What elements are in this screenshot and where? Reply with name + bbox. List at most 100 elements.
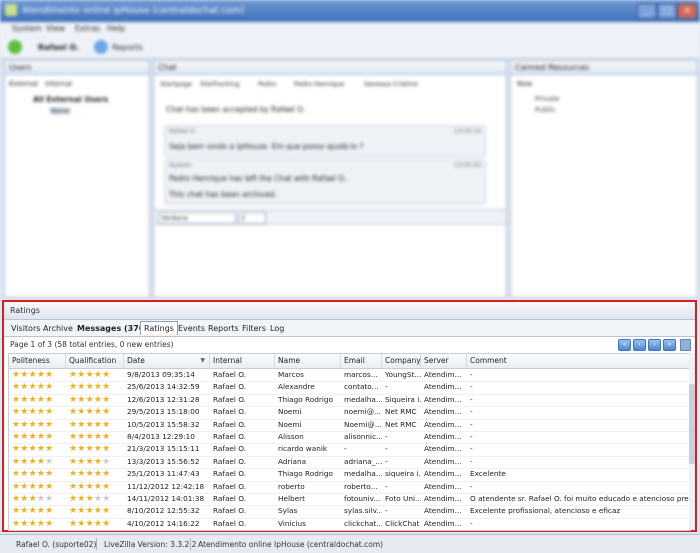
table-row[interactable]: ★★★★★ ★★★★★ 29/5/2013 15:18:00 Rafael O. Noe… — [9, 406, 690, 420]
users-panel-title: Users — [5, 61, 149, 75]
table-row[interactable]: ★★★★★ ★★★★★ 4/10/2012 14:16:22 Rafael O. Vin… — [9, 518, 690, 530]
cell-server: Atendim... — [424, 469, 462, 479]
table-row[interactable]: ★★★★★ ★★★★★ 10/5/2013 15:58:32 Rafael O. Noe… — [9, 419, 690, 432]
star-icon: ★ — [36, 481, 46, 492]
star-icon: ★ — [36, 382, 46, 393]
status-version: LiveZilla Version: 3.3.2.2 — [104, 540, 197, 549]
previous-page-button[interactable]: ‹ — [633, 339, 646, 351]
table-scrollbar-thumb[interactable] — [689, 384, 695, 464]
users-item[interactable]: None — [49, 107, 72, 115]
cell-internal: Rafael O. — [213, 481, 247, 491]
resources-private[interactable]: Private — [535, 95, 559, 103]
menu-help[interactable]: Help — [107, 24, 125, 33]
cell-name: Alisson — [278, 432, 304, 441]
table-row[interactable]: ★★★★★ ★★★★★ 8/4/2013 12:29:10 Rafael O. Alis… — [9, 431, 690, 445]
cell-server: Atendim... — [424, 407, 462, 417]
col-internal[interactable]: Internal — [210, 354, 275, 368]
star-icon: ★ — [45, 419, 54, 430]
star-icon: ★ — [20, 456, 29, 467]
col-qualification[interactable]: Qualification — [66, 354, 124, 368]
star-icon: ★ — [36, 370, 46, 380]
star-rating-icon: ★★★★★ — [12, 444, 53, 454]
table-row[interactable]: ★★★★★ ★★★★★ 21/3/2013 15:15:11 Rafael O. ric… — [9, 443, 690, 457]
tab-archive[interactable]: Archive — [40, 322, 76, 335]
table-row[interactable]: ★★★★★ ★★★★★ 25/1/2013 11:47:43 Rafael O. Thi… — [9, 468, 690, 482]
toolbar-user[interactable]: Rafael O. — [38, 43, 79, 52]
star-rating-icon: ★★★★★ — [69, 494, 110, 504]
toolbar-reports[interactable]: Reports — [112, 43, 143, 52]
star-icon: ★ — [85, 506, 94, 517]
close-button[interactable]: × — [677, 3, 697, 19]
maximize-button[interactable]: □ — [657, 3, 677, 19]
star-icon: ★ — [102, 469, 111, 480]
next-page-button[interactable]: › — [648, 339, 661, 351]
cell-server: Atendim... — [424, 394, 462, 404]
cell-internal: Rafael O. — [213, 394, 247, 404]
tab-ratings[interactable]: Ratings — [140, 321, 178, 335]
star-icon: ★ — [102, 444, 111, 455]
col-name[interactable]: Name — [275, 354, 341, 368]
menu-view[interactable]: View — [46, 24, 65, 33]
cell-date: 8/4/2013 12:29:10 — [127, 432, 195, 441]
ratings-title: Ratings — [10, 306, 40, 315]
status-online-icon[interactable] — [8, 40, 22, 54]
star-icon: ★ — [102, 394, 111, 405]
tab-reports[interactable]: Reports — [205, 322, 242, 335]
star-icon: ★ — [77, 370, 86, 380]
cell-comment: - — [470, 382, 473, 392]
col-email[interactable]: Email — [341, 354, 382, 368]
resources-new-button[interactable]: New — [517, 80, 532, 88]
table-row[interactable]: ★★★★★ ★★★★★ 13/3/2013 15:56:52 Rafael O. Adr… — [9, 456, 690, 470]
chat-tab-startpage[interactable]: Startpage — [160, 80, 192, 88]
table-row[interactable]: ★★★★★ ★★★★★ 25/6/2013 14:32:59 Rafael O. Ale… — [9, 381, 690, 395]
table-row[interactable]: ★★★★★ ★★★★★ 12/6/2013 12:31:28 Rafael O. Thi… — [9, 394, 690, 408]
politeness-rating: ★★★★★ — [9, 406, 66, 418]
users-tab-external[interactable]: External — [9, 80, 38, 88]
chat-tab-sitetracking[interactable]: SiteTracking — [200, 80, 240, 88]
table-row[interactable]: ★★★★★ ★★★★★ 9/8/2013 09:35:14 Rafael O. Marc… — [9, 369, 690, 383]
star-icon: ★ — [20, 432, 29, 442]
star-icon: ★ — [28, 370, 37, 380]
cell-name: Helbert — [278, 494, 305, 503]
star-rating-icon: ★★★★★ — [12, 432, 53, 442]
font-select[interactable]: Verdana — [158, 212, 236, 224]
tab-filters[interactable]: Filters — [239, 322, 269, 335]
users-tab-internal[interactable]: Internal — [45, 80, 72, 88]
star-icon: ★ — [93, 481, 103, 492]
table-row[interactable]: ★★★★★ ★★★★★ 8/10/2012 12:55:32 Rafael O. Syl… — [9, 505, 690, 519]
col-politeness[interactable]: Politeness — [9, 354, 66, 368]
trash-icon[interactable] — [680, 339, 691, 351]
cell-comment: - — [470, 481, 473, 491]
cell-comment: - — [470, 394, 473, 404]
table-row[interactable]: ★★★★★ ★★★★★ 14/11/2012 14:01:38 Rafael O. He… — [9, 493, 690, 507]
star-icon: ★ — [77, 481, 86, 492]
tab-visitors[interactable]: Visitors — [8, 322, 43, 335]
menu-extras[interactable]: Extras — [75, 24, 100, 33]
col-server[interactable]: Server — [421, 354, 467, 368]
reports-icon[interactable] — [94, 40, 108, 54]
tab-events[interactable]: Events — [175, 322, 208, 335]
star-icon: ★ — [102, 407, 111, 418]
users-group[interactable]: All External Users — [33, 95, 108, 104]
cell-name: Sylas — [278, 506, 298, 516]
col-comment[interactable]: Comment — [467, 354, 690, 368]
minimize-button[interactable]: _ — [637, 3, 657, 19]
chat-tab-pedro[interactable]: Pedro — [258, 80, 276, 88]
first-page-button[interactable]: « — [618, 339, 631, 351]
star-icon: ★ — [85, 394, 94, 405]
last-page-button[interactable]: » — [663, 339, 676, 351]
col-company[interactable]: Company — [382, 354, 421, 368]
chat-tab-vanessa[interactable]: Vanessa Cristine — [364, 80, 418, 88]
cell-internal: Rafael O. — [213, 469, 247, 479]
resources-public[interactable]: Public — [535, 106, 556, 114]
tab-log[interactable]: Log — [267, 322, 287, 335]
col-date[interactable]: Date ▼ — [124, 354, 210, 368]
size-select[interactable]: 2 — [238, 212, 266, 224]
politeness-rating: ★★★★★ — [9, 381, 66, 393]
cell-email: medalha... — [344, 469, 382, 479]
table-row[interactable]: ★★★★★ ★★★★★ 11/12/2012 12:42:18 Rafael O. ro… — [9, 481, 690, 494]
qualification-rating: ★★★★★ — [66, 431, 124, 443]
menu-system[interactable]: System — [12, 24, 42, 33]
chat-tab-pedro-henrique[interactable]: Pedro Henrique — [294, 80, 344, 88]
politeness-rating: ★★★★★ — [9, 369, 66, 381]
